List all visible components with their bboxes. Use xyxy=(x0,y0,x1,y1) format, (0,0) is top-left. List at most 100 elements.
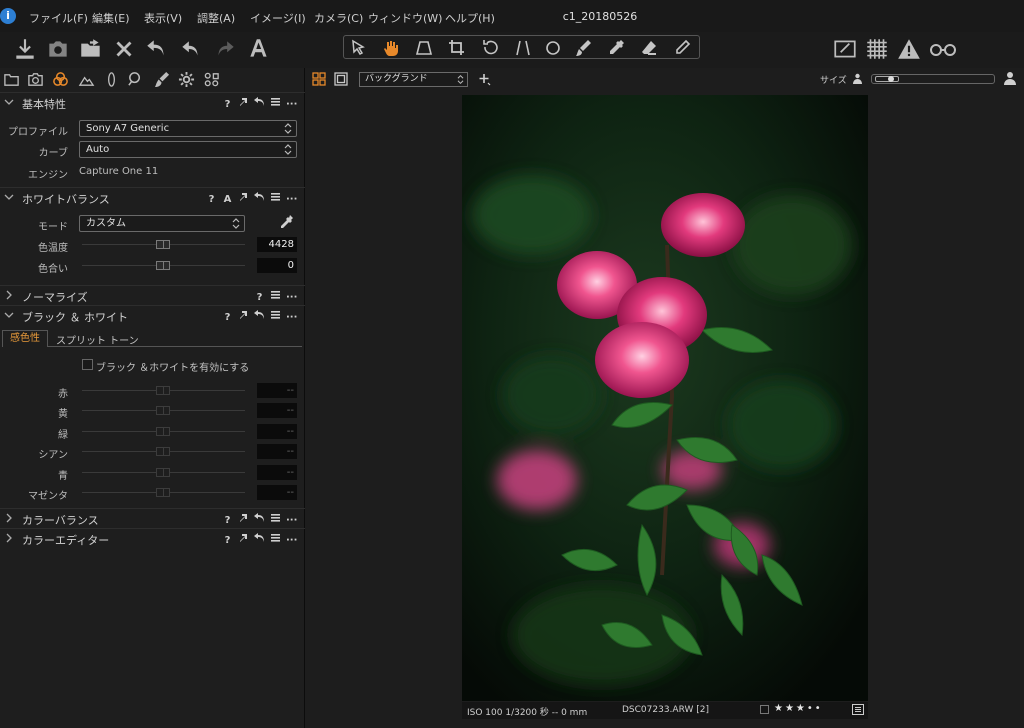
import-icon[interactable] xyxy=(12,36,38,62)
pen-icon[interactable] xyxy=(672,38,692,58)
help-icon[interactable]: ? xyxy=(222,99,233,111)
settings-icon[interactable] xyxy=(178,71,195,88)
auto-adjust-icon[interactable]: A xyxy=(222,194,233,206)
more-icon[interactable]: ··· xyxy=(286,292,297,304)
bw-channel-slider[interactable] xyxy=(156,386,170,395)
presets-icon[interactable] xyxy=(270,96,281,108)
undo-step-icon[interactable] xyxy=(178,36,204,62)
picker-icon[interactable] xyxy=(606,38,626,58)
section-normalize-header[interactable]: ノーマライズ ? ··· xyxy=(0,285,305,305)
help-icon[interactable]: ? xyxy=(254,292,265,304)
camera-tab-icon[interactable] xyxy=(27,71,44,88)
eyedropper-icon[interactable] xyxy=(278,214,294,230)
info-list-icon[interactable] xyxy=(852,704,864,715)
section-color-balance-header[interactable]: カラーバランス ? ··· xyxy=(0,508,305,528)
presets-icon[interactable] xyxy=(270,191,281,203)
bw-channel-slider[interactable] xyxy=(156,406,170,416)
help-icon[interactable]: ? xyxy=(206,194,217,206)
bw-channel-slider[interactable] xyxy=(156,447,170,457)
section-bw-header[interactable]: ブラック ＆ ホワイト ? ··· xyxy=(0,305,305,325)
help-icon[interactable]: ? xyxy=(222,515,233,527)
export-folder-icon[interactable] xyxy=(78,36,104,62)
more-icon[interactable]: ··· xyxy=(286,312,297,324)
bw-channel-value[interactable]: -- xyxy=(257,423,297,439)
multi-view-icon[interactable] xyxy=(312,72,326,86)
bw-channel-slider[interactable] xyxy=(156,426,170,436)
background-select[interactable]: バックグランド xyxy=(359,72,468,87)
main-photo[interactable] xyxy=(462,95,868,701)
wb-temp-slider[interactable] xyxy=(156,240,170,249)
color-icon[interactable] xyxy=(52,71,69,88)
bw-channel-value[interactable]: -- xyxy=(257,383,297,398)
bw-channel-value[interactable]: -- xyxy=(257,403,297,419)
circle-icon[interactable] xyxy=(543,38,563,58)
help-icon[interactable]: ? xyxy=(222,535,233,547)
size-slider-knob[interactable] xyxy=(888,76,894,82)
redo-icon[interactable] xyxy=(212,36,238,62)
more-icon[interactable]: ··· xyxy=(286,535,297,547)
size-slider[interactable] xyxy=(871,74,995,84)
bw-channel-value[interactable]: -- xyxy=(257,444,297,460)
text-icon[interactable] xyxy=(246,36,272,62)
reset-icon[interactable] xyxy=(254,309,265,321)
presets-icon[interactable] xyxy=(270,289,281,301)
menu-window[interactable]: ウィンドウ(W) xyxy=(368,10,442,26)
eraser-icon[interactable] xyxy=(639,38,659,58)
folder-icon[interactable] xyxy=(3,71,20,88)
reset-icon[interactable] xyxy=(254,191,265,203)
copy-adjustments-icon[interactable] xyxy=(238,191,249,203)
section-white-balance-header[interactable]: ホワイトバランス ? A ··· xyxy=(0,187,305,207)
metadata-icon[interactable] xyxy=(203,71,220,88)
section-basic-header[interactable]: 基本特性 ? ··· xyxy=(0,92,305,112)
glasses-icon[interactable] xyxy=(928,36,958,62)
menu-camera[interactable]: カメラ(C) xyxy=(314,10,363,26)
more-icon[interactable]: ··· xyxy=(286,194,297,206)
wb-temp-value[interactable]: 4428 xyxy=(257,237,297,252)
bw-channel-value[interactable]: -- xyxy=(257,485,297,500)
single-view-icon[interactable] xyxy=(334,72,348,86)
edit-icon[interactable] xyxy=(832,36,858,62)
menu-image[interactable]: イメージ(I) xyxy=(250,10,306,26)
bw-channel-value[interactable]: -- xyxy=(257,464,297,480)
rotate-icon[interactable] xyxy=(480,38,500,58)
menu-file[interactable]: ファイル(F) xyxy=(29,10,88,26)
brush-tab-icon[interactable] xyxy=(153,71,170,88)
wb-tint-slider[interactable] xyxy=(156,261,170,270)
more-icon[interactable]: ··· xyxy=(286,99,297,111)
tab-sensitivity[interactable]: 感色性 xyxy=(2,330,48,347)
curve-select[interactable]: Auto xyxy=(79,141,297,158)
copy-adjustments-icon[interactable] xyxy=(238,512,249,524)
wb-tint-value[interactable]: 0 xyxy=(257,258,297,273)
copy-adjustments-icon[interactable] xyxy=(238,309,249,321)
section-color-editor-header[interactable]: カラーエディター ? ··· xyxy=(0,528,305,548)
keystone-icon[interactable] xyxy=(414,38,434,58)
reset-icon[interactable] xyxy=(254,96,265,108)
profile-select[interactable]: Sony A7 Generic xyxy=(79,120,297,137)
copy-adjustments-icon[interactable] xyxy=(238,532,249,544)
help-icon[interactable]: ? xyxy=(222,312,233,324)
bw-enable-checkbox[interactable] xyxy=(82,359,93,370)
presets-icon[interactable] xyxy=(270,512,281,524)
app-logo-icon[interactable]: i xyxy=(0,8,16,24)
menu-adjust[interactable]: 調整(A) xyxy=(197,10,235,26)
select-icon[interactable] xyxy=(349,38,369,58)
bw-channel-slider[interactable] xyxy=(156,488,170,497)
warning-icon[interactable] xyxy=(896,36,922,62)
select-checkbox[interactable] xyxy=(760,705,769,714)
presets-icon[interactable] xyxy=(270,532,281,544)
bw-channel-slider[interactable] xyxy=(156,467,170,477)
menu-view[interactable]: 表示(V) xyxy=(144,10,182,26)
copy-adjustments-icon[interactable] xyxy=(238,96,249,108)
undo-icon[interactable] xyxy=(144,36,170,62)
tab-split-tone[interactable]: スプリット トーン xyxy=(56,332,139,347)
presets-icon[interactable] xyxy=(270,309,281,321)
wb-mode-select[interactable]: カスタム xyxy=(79,215,245,232)
crop-icon[interactable] xyxy=(447,38,467,58)
rating-stars[interactable]: ★★★•• xyxy=(774,703,823,714)
grid-icon[interactable] xyxy=(864,36,890,62)
search-icon[interactable] xyxy=(127,71,144,88)
more-icon[interactable]: ··· xyxy=(286,515,297,527)
lens-icon[interactable] xyxy=(103,71,120,88)
straighten-icon[interactable] xyxy=(513,38,533,58)
delete-icon[interactable] xyxy=(111,36,137,62)
